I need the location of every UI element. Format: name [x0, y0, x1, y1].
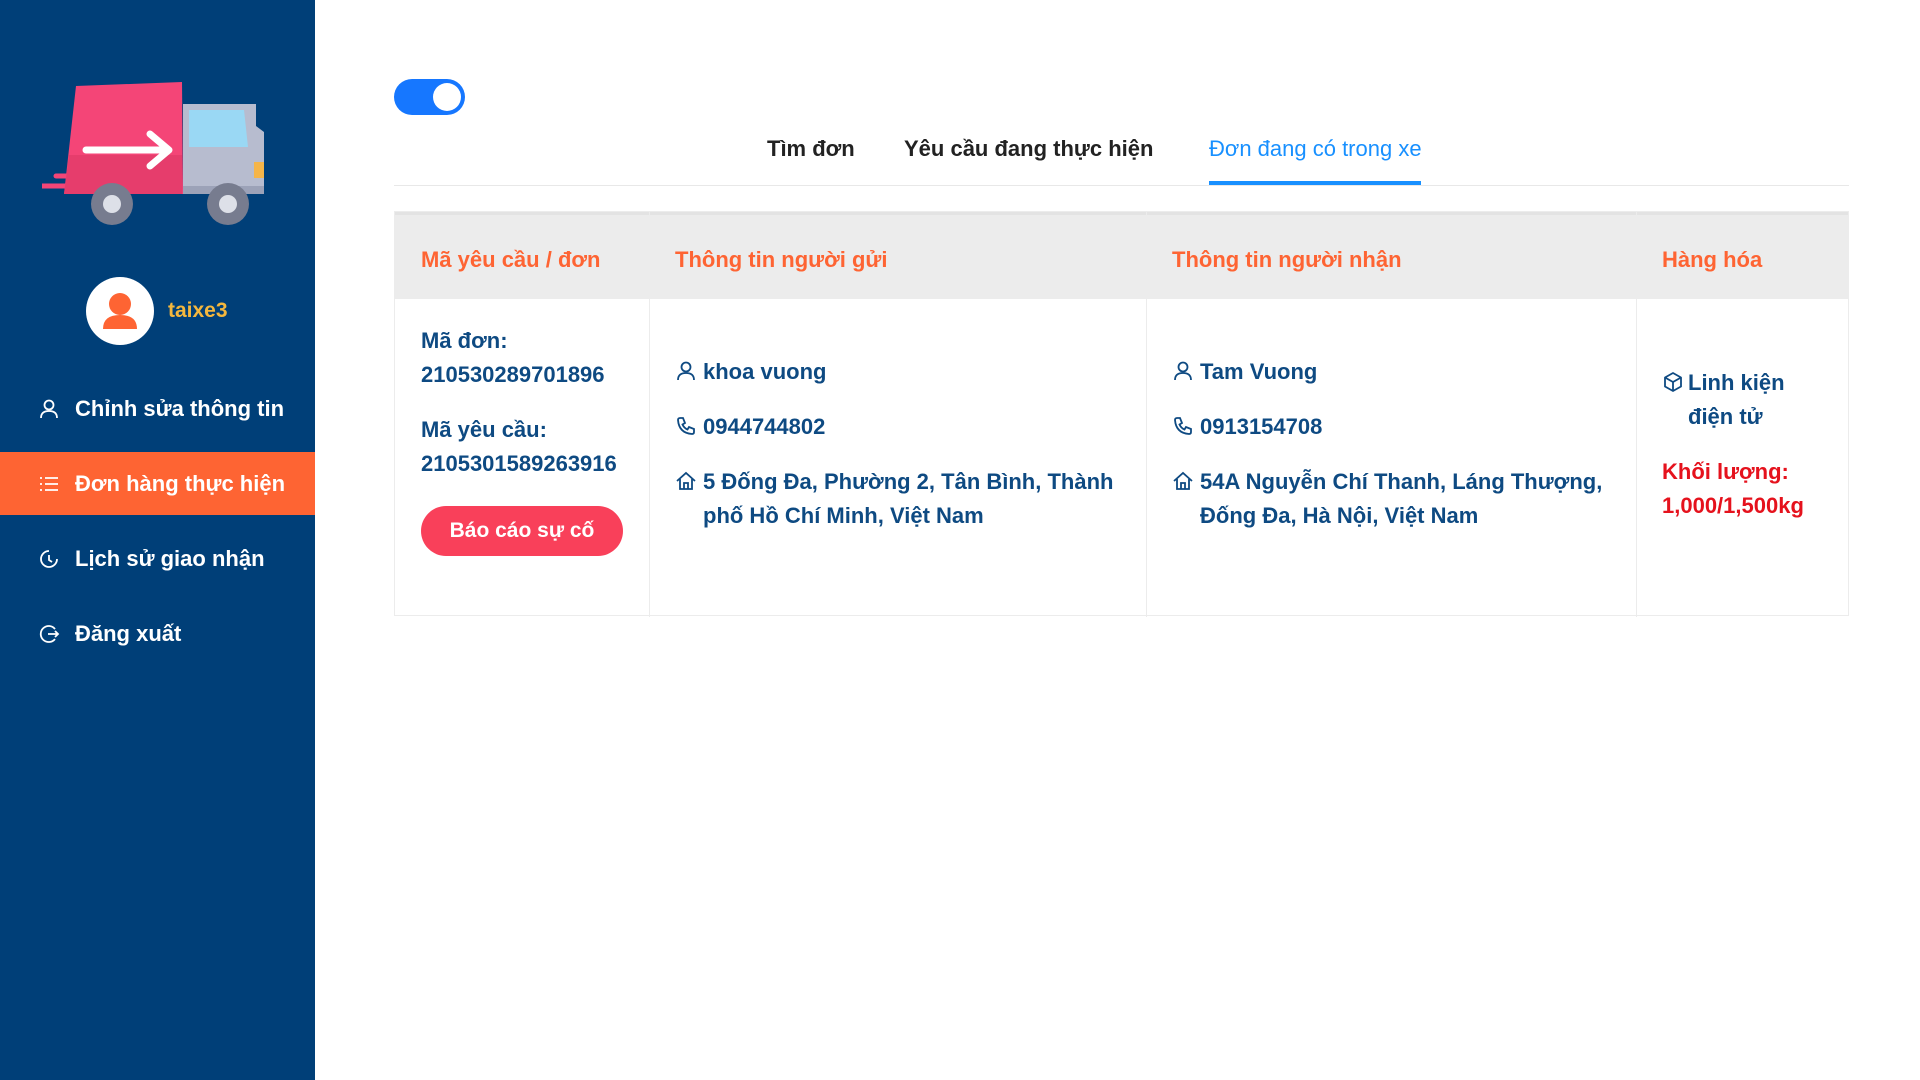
- column-header: Thông tin người gửi: [675, 247, 888, 272]
- order-id: 210530289701896: [421, 362, 605, 387]
- sidebar-item-label: Đơn hàng thực hiện: [75, 470, 286, 496]
- logout-icon: [38, 623, 60, 645]
- phone-icon: [675, 415, 697, 437]
- weight-value: 1,000/1,500kg: [1662, 493, 1804, 518]
- sidebar: taixe3 Chỉnh sửa thông tin Đơn hàng thực…: [0, 0, 315, 1080]
- receiver-address: 54A Nguyễn Chí Thanh, Láng Thượng, Đống …: [1200, 469, 1603, 528]
- orders-table: Mã yêu cầu / đơn Thông tin người gửi Thô…: [394, 211, 1849, 617]
- weight-label: Khối lượng:: [1662, 459, 1789, 484]
- tab-bar: Tìm đơn Yêu cầu đang thực hiện Đơn đang …: [394, 126, 1849, 186]
- user-profile: taixe3: [86, 277, 228, 345]
- receiver-address-row: 54A Nguyễn Chí Thanh, Láng Thượng, Đống …: [1172, 465, 1622, 533]
- active-tab-indicator: [1209, 181, 1421, 185]
- receiver-name: Tam Vuong: [1200, 359, 1318, 384]
- goods-cell: Linh kiện điện tử Khối lượng: 1,000/1,50…: [1662, 366, 1822, 523]
- sidebar-menu: Chỉnh sửa thông tin Đơn hàng thực hiện L…: [0, 377, 315, 677]
- sidebar-item-orders[interactable]: Đơn hàng thực hiện: [0, 452, 315, 515]
- goods-name: Linh kiện điện tử: [1688, 370, 1785, 429]
- column-header: Mã yêu cầu / đơn: [421, 247, 601, 272]
- sidebar-item-label: Đăng xuất: [75, 620, 182, 646]
- user-icon: [1172, 360, 1194, 382]
- sidebar-item-history[interactable]: Lịch sử giao nhận: [0, 527, 315, 590]
- tab-find-order[interactable]: Tìm đơn: [767, 136, 855, 162]
- sidebar-item-label: Chỉnh sửa thông tin: [75, 395, 285, 421]
- status-toggle[interactable]: [394, 79, 465, 115]
- column-header: Hàng hóa: [1662, 247, 1763, 272]
- column-divider: [649, 212, 650, 617]
- tab-current-requests[interactable]: Yêu cầu đang thực hiện: [904, 136, 1153, 162]
- receiver-phone-row: 0913154708: [1172, 410, 1622, 444]
- request-id: 2105301589263916: [421, 451, 617, 476]
- avatar[interactable]: [86, 277, 154, 345]
- receiver-cell: Tam Vuong 0913154708 54A Nguyễn Chí Than…: [1172, 355, 1622, 533]
- list-icon: [38, 473, 60, 495]
- request-id-label: Mã yêu cầu:: [421, 417, 547, 442]
- person-avatar-icon: [103, 293, 137, 329]
- user-icon: [675, 360, 697, 382]
- truck-logo-icon: [39, 82, 274, 228]
- sidebar-item-edit-profile[interactable]: Chỉnh sửa thông tin: [0, 377, 315, 440]
- table-header: Mã yêu cầu / đơn Thông tin người gửi Thô…: [395, 212, 1848, 299]
- receiver-name-row: Tam Vuong: [1172, 355, 1622, 389]
- user-icon: [38, 398, 60, 420]
- history-icon: [38, 548, 60, 570]
- column-divider: [1636, 212, 1637, 617]
- home-icon: [675, 470, 697, 492]
- column-header: Thông tin người nhận: [1172, 247, 1402, 272]
- box-icon: [1662, 371, 1684, 393]
- tab-orders-in-truck[interactable]: Đơn đang có trong xe: [1209, 136, 1422, 162]
- sender-phone-row: 0944744802: [675, 410, 1125, 444]
- sidebar-item-logout[interactable]: Đăng xuất: [0, 602, 315, 665]
- report-incident-button[interactable]: Báo cáo sự cố: [421, 506, 623, 556]
- sender-address: 5 Đống Đa, Phường 2, Tân Bình, Thành phố…: [703, 469, 1114, 528]
- sender-cell: khoa vuong 0944744802 5 Đống Đa, Phường …: [675, 355, 1125, 533]
- goods-name-row: Linh kiện điện tử: [1662, 366, 1822, 434]
- sender-name-row: khoa vuong: [675, 355, 1125, 389]
- home-icon: [1172, 470, 1194, 492]
- username: taixe3: [168, 299, 228, 322]
- order-ids-cell: Mã đơn: 210530289701896 Mã yêu cầu: 2105…: [421, 324, 636, 481]
- phone-icon: [1172, 415, 1194, 437]
- sender-address-row: 5 Đống Đa, Phường 2, Tân Bình, Thành phố…: [675, 465, 1125, 533]
- sender-name: khoa vuong: [703, 359, 827, 384]
- order-id-label: Mã đơn:: [421, 328, 508, 353]
- receiver-phone: 0913154708: [1200, 414, 1323, 439]
- toggle-knob: [433, 83, 461, 111]
- sender-phone: 0944744802: [703, 414, 826, 439]
- sidebar-item-label: Lịch sử giao nhận: [75, 545, 265, 571]
- column-divider: [1146, 212, 1147, 617]
